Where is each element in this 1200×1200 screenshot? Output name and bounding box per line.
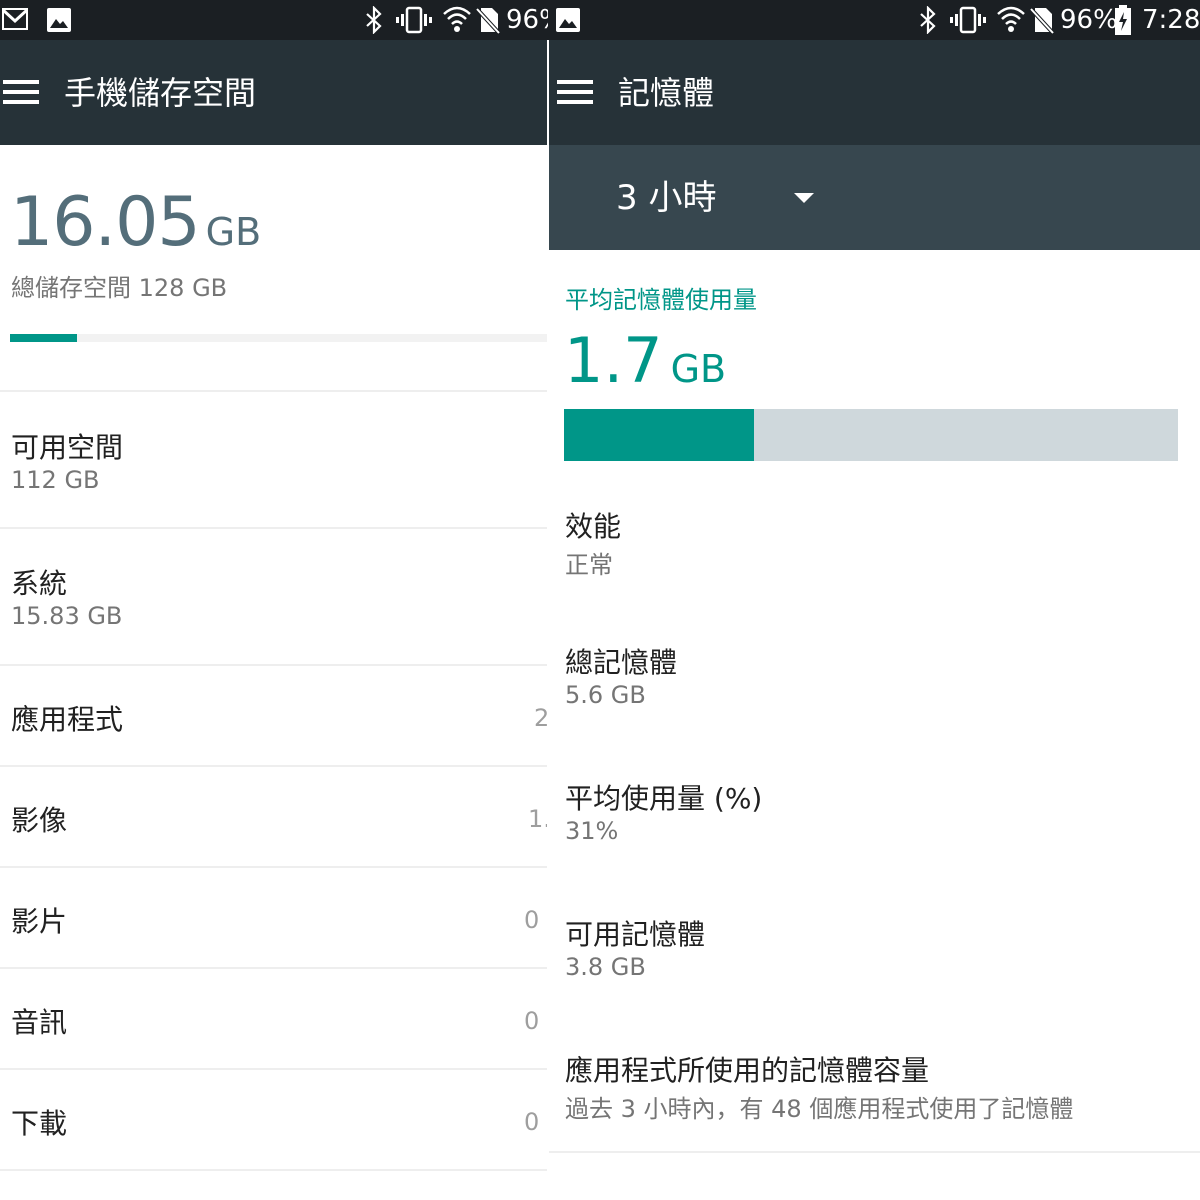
hamburger-menu-icon[interactable]	[557, 78, 593, 106]
row-subtitle: 正常	[565, 551, 613, 579]
bluetooth-icon	[366, 6, 382, 34]
list-item-apps[interactable]: 應用程式 2	[0, 666, 548, 765]
storage-progress-fill	[10, 334, 78, 342]
row-subtitle: 112 GB	[11, 466, 100, 494]
dropdown-caret-icon	[794, 193, 814, 203]
battery-percent: 96%	[1060, 5, 1118, 35]
list-item-images[interactable]: 影像 1.	[0, 767, 548, 866]
app-bar: 手機儲存空間	[0, 40, 548, 145]
row-title: 應用程式所使用的記憶體容量	[565, 1054, 930, 1087]
screen-separator	[547, 40, 549, 1200]
status-bar: 96% 7:28	[548, 0, 1200, 40]
list-item-system[interactable]: 系統 15.83 GB	[0, 529, 548, 664]
time-range-dropdown[interactable]: 3 小時	[616, 175, 816, 221]
row-subtitle: 5.6 GB	[565, 681, 646, 709]
storage-screen: 96% 手機儲存空間 16.05GB 總儲存空間 128 GB 可用空間 112…	[0, 0, 548, 1200]
row-title: 可用記憶體	[565, 918, 706, 951]
battery-charging-icon	[1115, 5, 1131, 35]
memory-usage-fill	[564, 409, 755, 461]
app-bar: 記憶體	[548, 40, 1200, 145]
row-title: 應用程式	[11, 703, 124, 736]
avg-memory-unit: GB	[670, 347, 727, 391]
used-storage-unit: GB	[205, 210, 262, 254]
avg-memory-label: 平均記憶體使用量	[565, 286, 757, 314]
row-title: 系統	[11, 567, 68, 600]
row-trailing-value: 0	[524, 1007, 540, 1035]
list-item-videos[interactable]: 影片 0	[0, 868, 548, 967]
row-subtitle: 15.83 GB	[11, 602, 123, 630]
list-item-free-memory[interactable]: 可用記憶體 3.8 GB	[548, 903, 1200, 1023]
row-title: 可用空間	[11, 431, 124, 464]
row-title: 平均使用量 (%)	[565, 782, 763, 815]
status-time: 7:28	[1142, 5, 1200, 35]
row-title: 影像	[11, 804, 68, 837]
row-subtitle: 過去 3 小時內，有 48 個應用程式使用了記憶體	[565, 1095, 1074, 1123]
time-range-bar: 3 小時	[548, 145, 1200, 250]
list-item-total-memory[interactable]: 總記憶體 5.6 GB	[548, 631, 1200, 751]
vibrate-icon	[950, 6, 986, 34]
list-item-performance[interactable]: 效能 正常	[548, 495, 1200, 615]
vibrate-icon	[396, 6, 432, 34]
image-icon	[556, 8, 580, 32]
time-range-selected: 3 小時	[616, 178, 717, 218]
hamburger-menu-icon[interactable]	[3, 78, 39, 106]
total-storage-text: 總儲存空間 128 GB	[11, 274, 228, 302]
row-title: 下載	[11, 1107, 68, 1140]
divider	[548, 1151, 1200, 1153]
no-sim-icon	[1030, 7, 1054, 34]
bluetooth-icon	[920, 6, 936, 34]
list-item-audio[interactable]: 音訊 0	[0, 969, 548, 1068]
row-trailing-value: 0	[524, 1108, 540, 1136]
wifi-icon	[443, 6, 471, 32]
status-bar: 96%	[0, 0, 548, 40]
row-trailing-value: 2	[534, 704, 548, 732]
list-item-free-space[interactable]: 可用空間 112 GB	[0, 392, 548, 527]
list-item-app-memory[interactable]: 應用程式所使用的記憶體容量 過去 3 小時內，有 48 個應用程式使用了記憶體	[548, 1039, 1200, 1151]
page-title: 記憶體	[618, 74, 715, 112]
row-subtitle: 31%	[565, 817, 619, 845]
battery-percent: 96%	[506, 5, 548, 35]
row-subtitle: 3.8 GB	[565, 953, 646, 981]
row-title: 影片	[11, 905, 68, 938]
avg-memory-value: 1.7 GB	[564, 324, 726, 397]
page-title: 手機儲存空間	[64, 74, 257, 112]
row-title: 音訊	[11, 1006, 68, 1039]
no-sim-icon	[476, 7, 500, 34]
row-title: 效能	[565, 510, 622, 543]
list-item-avg-usage[interactable]: 平均使用量 (%) 31%	[548, 767, 1200, 887]
memory-screen: 96% 7:28 記憶體 3 小時 平均記憶體使用量 1.7 GB 效能 正常 總…	[548, 0, 1200, 1200]
row-trailing-value: 0	[524, 906, 540, 934]
avg-memory-number: 1.7	[564, 324, 663, 397]
divider	[0, 1169, 548, 1171]
wifi-icon	[997, 6, 1025, 32]
list-item-downloads[interactable]: 下載 0	[0, 1070, 548, 1169]
used-storage-number: 16.05	[10, 183, 201, 262]
image-icon	[47, 8, 71, 32]
memory-usage-bar	[564, 409, 1178, 461]
used-storage-value: 16.05 GB	[10, 183, 261, 262]
storage-progress-bar	[10, 334, 548, 342]
row-title: 總記憶體	[565, 646, 678, 679]
row-trailing-value: 1.	[528, 805, 548, 833]
gmail-icon	[2, 8, 28, 30]
